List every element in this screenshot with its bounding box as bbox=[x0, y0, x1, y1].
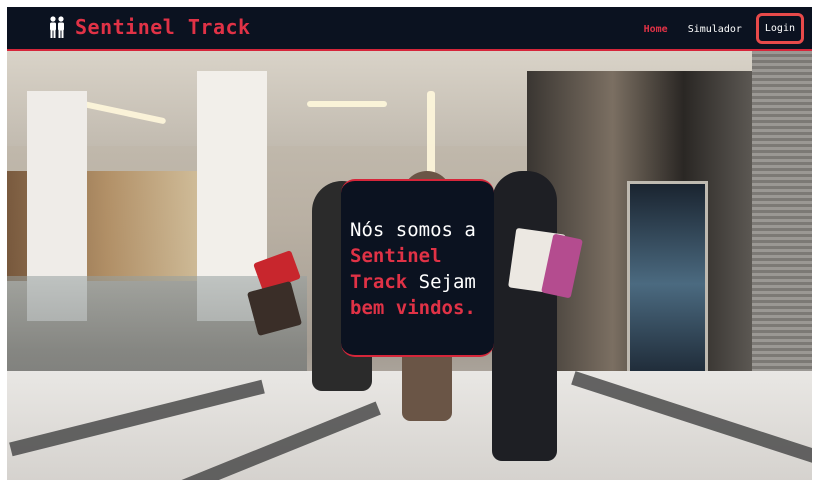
page-frame: Sentinel Track Home Simulador Login Nós … bbox=[7, 7, 812, 480]
shopper-figure bbox=[492, 171, 557, 461]
welcome-greeting: Sejam bbox=[418, 271, 476, 293]
welcome-intro: Nós somos a bbox=[350, 219, 476, 241]
navbar: Sentinel Track Home Simulador Login bbox=[7, 7, 812, 51]
people-icon bbox=[47, 16, 67, 38]
ceiling-light bbox=[427, 91, 435, 181]
welcome-emphasis: bem vindos. bbox=[350, 297, 476, 319]
welcome-message: Nós somos a Sentinel Track Sejam bem vin… bbox=[350, 217, 486, 321]
display-case bbox=[627, 181, 708, 387]
welcome-card: Nós somos a Sentinel Track Sejam bem vin… bbox=[341, 179, 494, 357]
nav-login-link[interactable]: Login bbox=[755, 13, 804, 44]
ceiling-light bbox=[307, 101, 387, 107]
brand[interactable]: Sentinel Track bbox=[47, 15, 251, 39]
nav-home-link[interactable]: Home bbox=[638, 18, 674, 41]
nav-simulador-link[interactable]: Simulador bbox=[682, 18, 748, 41]
nav-links: Home Simulador Login bbox=[638, 13, 804, 44]
brand-name: Sentinel Track bbox=[75, 15, 251, 39]
